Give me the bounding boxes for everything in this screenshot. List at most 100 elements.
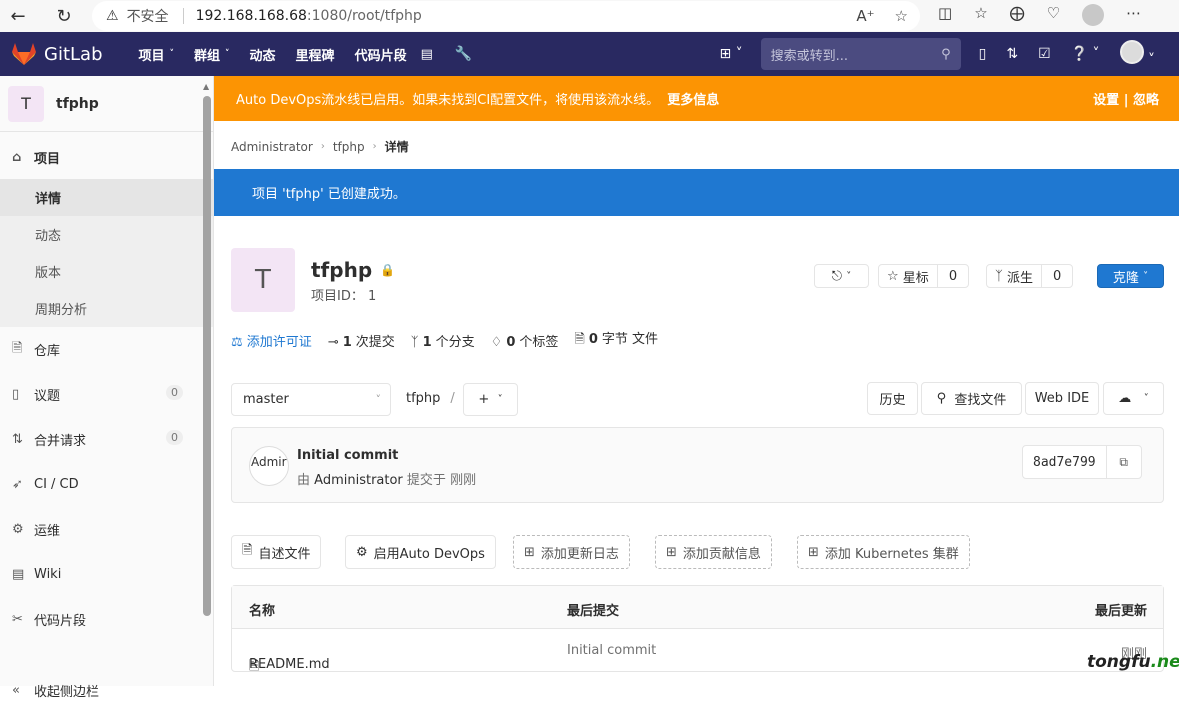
commit-sha[interactable]: 8ad7e799 <box>1023 446 1107 478</box>
reload-icon[interactable]: ↻ <box>48 0 80 32</box>
path-separator: / <box>450 391 455 406</box>
search-placeholder: 搜索或转到... <box>770 48 849 64</box>
star-icon: ☆ <box>887 268 899 284</box>
chevron-down-icon: ˅ <box>846 270 852 282</box>
add-file-dropdown[interactable]: + ˅ <box>463 383 518 416</box>
health-icon[interactable]: ♡ <box>1047 4 1060 26</box>
add-contributing-button[interactable]: ⊞ 添加贡献信息 <box>655 535 772 569</box>
admin-wrench-icon[interactable]: 🔧 <box>455 46 472 62</box>
sidebar-subitem[interactable]: 版本 <box>0 253 213 290</box>
branch-name: master <box>243 392 289 407</box>
merge-request-icon: ⇅ <box>12 432 23 447</box>
merge-requests-nav-icon[interactable]: ⇅ <box>1006 46 1018 62</box>
commit-time: 刚刚 <box>450 473 477 488</box>
sidebar-item[interactable]: ✂ 代码片段 <box>0 597 213 642</box>
commit-author[interactable]: Administrator <box>314 473 403 488</box>
commits-link[interactable]: ⊸ 1 次提交 <box>328 331 395 350</box>
watermark-left: tongfu <box>1087 652 1151 672</box>
sidebar-subitem[interactable]: 周期分析 <box>0 290 213 327</box>
sidebar-item[interactable]: ▯ 议题 0 <box>0 372 213 417</box>
top-menu-item[interactable]: 群组 ˅ <box>184 32 240 76</box>
sidebar-item[interactable]: ⚙ 运维 <box>0 507 213 552</box>
add-license-link[interactable]: ⚖ 添加许可证 <box>231 331 312 350</box>
col-name: 名称 <box>249 604 276 619</box>
clone-button[interactable]: 克隆 ˅ <box>1097 264 1164 288</box>
project-sidebar: T tfphp ⌂ 项目 详情 动态 版本 周期分析 🗎 仓库 ▯ 议题 0 ⇅ 合并请求 0 ➶ CI… <box>0 76 214 700</box>
size-count: 0 <box>588 332 598 347</box>
new-item-button[interactable]: ⊞ ˅ <box>719 46 742 62</box>
sidebar-scrollbar[interactable] <box>203 96 211 616</box>
collapse-sidebar-button[interactable]: « 收起侧边栏 <box>0 668 99 713</box>
top-menu-item[interactable]: 里程碑 <box>286 32 345 76</box>
favorites-icon[interactable]: ☆ <box>974 4 987 26</box>
tag-icon: ♢ <box>490 334 503 350</box>
address-bar[interactable]: ⚠ 不安全 192.168.168.68 :1080/root/tfphp A⁺… <box>92 1 920 31</box>
commit-icon: ⊸ <box>327 334 339 350</box>
gear-icon: ⚙ <box>356 544 368 560</box>
repo-path-root[interactable]: tfphp <box>406 391 440 406</box>
favorite-star-icon[interactable]: ☆ <box>895 7 908 25</box>
more-icon[interactable]: ⋯ <box>1126 4 1141 26</box>
issues-nav-icon[interactable]: ▯ <box>979 46 987 62</box>
activity-chart-icon[interactable]: ▤ <box>421 47 433 62</box>
sidebar-item[interactable]: ▤ Wiki <box>0 552 213 597</box>
profile-avatar[interactable] <box>1082 4 1105 26</box>
scroll-up-icon[interactable]: ▲ <box>203 82 209 91</box>
settings-link[interactable]: 设置 <box>1093 93 1119 108</box>
dismiss-link[interactable]: 忽略 <box>1133 93 1159 108</box>
commit-title[interactable]: Initial commit <box>297 448 398 463</box>
table-row[interactable]: 🗎 README.md Initial commit 刚刚 <box>232 629 1163 674</box>
branch-select[interactable]: master ˅ <box>231 383 391 416</box>
top-menu-item[interactable]: 代码片段 <box>345 32 417 76</box>
sidebar-subitem[interactable]: 动态 <box>0 216 213 253</box>
fork-button[interactable]: ᛉ 派生 0 <box>986 264 1074 288</box>
sidebar-project-header[interactable]: T tfphp <box>0 76 213 132</box>
add-changelog-button[interactable]: ⊞ 添加更新日志 <box>513 535 630 569</box>
download-dropdown[interactable]: ☁ ˅ <box>1103 382 1164 415</box>
copy-icon[interactable]: ⧉ <box>1107 446 1141 478</box>
enable-autodevops-button[interactable]: ⚙ 启用Auto DevOps <box>345 535 496 569</box>
sidebar-item[interactable]: ➶ CI / CD <box>0 462 213 507</box>
table-header: 名称 最后提交 最后更新 <box>232 586 1163 629</box>
issues-icon: ▯ <box>12 387 20 402</box>
help-icon[interactable]: ❔ ˅ <box>1071 46 1100 62</box>
split-screen-icon[interactable]: ◫ <box>938 4 952 26</box>
star-button[interactable]: ☆ 星标 0 <box>878 264 970 288</box>
readme-button[interactable]: 🗎 自述文件 <box>231 535 322 569</box>
file-commit[interactable]: Initial commit <box>567 643 656 658</box>
gitlab-logo[interactable]: GitLab <box>12 43 103 65</box>
top-menu-item[interactable]: 项目 ˅ <box>129 32 185 76</box>
more-info-link[interactable]: 更多信息 <box>667 89 719 108</box>
user-menu[interactable]: ˅ <box>1119 40 1155 68</box>
find-file-button[interactable]: ⚲ 查找文件 <box>921 382 1022 415</box>
notification-dropdown[interactable]: ⎋ ˅ <box>814 264 869 288</box>
author-avatar[interactable]: Admir <box>249 446 289 486</box>
sidebar-item[interactable]: ⇅ 合并请求 0 <box>0 417 213 462</box>
todo-nav-icon[interactable]: ☑ <box>1038 46 1051 62</box>
gitlab-header: GitLab 项目 ˅ 群组 ˅ 动态 里程碑 代码片段 ▤ 🔧 ⊞ ˅ 搜索或转到... … <box>0 32 1179 76</box>
star-count: 0 <box>948 268 958 284</box>
history-label: 历史 <box>879 393 906 408</box>
tags-label: 个标签 <box>519 334 559 350</box>
sidebar-item[interactable]: 🗎 仓库 <box>0 327 213 372</box>
breadcrumb-owner[interactable]: Administrator <box>231 140 313 154</box>
sidebar-item-project[interactable]: ⌂ 项目 <box>0 135 213 179</box>
history-button[interactable]: 历史 <box>867 382 918 415</box>
branches-link[interactable]: ᛉ 1 个分支 <box>411 331 475 350</box>
breadcrumb-project[interactable]: tfphp <box>333 140 365 154</box>
web-ide-button[interactable]: Web IDE <box>1025 382 1099 415</box>
web-ide-label: Web IDE <box>1034 391 1090 406</box>
clone-label: 克隆 <box>1112 270 1139 286</box>
plus-square-icon: ⊞ <box>666 544 677 560</box>
breadcrumb: Administrator › tfphp › 详情 <box>231 138 409 155</box>
add-kubernetes-button[interactable]: ⊞ 添加 Kubernetes 集群 <box>797 535 970 569</box>
search-icon: ⚲ <box>941 46 951 62</box>
flash-text: 项目 'tfphp' 已创建成功。 <box>252 187 406 202</box>
search-input[interactable]: 搜索或转到... ⚲ <box>760 38 961 70</box>
top-menu-item[interactable]: 动态 <box>240 32 286 76</box>
read-aloud-icon[interactable]: A⁺ <box>856 7 874 25</box>
collections-icon[interactable]: ⨁ <box>1010 4 1025 26</box>
back-icon[interactable]: ← <box>2 0 34 32</box>
tags-link[interactable]: ♢ 0 个标签 <box>491 331 559 350</box>
sidebar-subitem[interactable]: 详情 <box>0 179 213 216</box>
